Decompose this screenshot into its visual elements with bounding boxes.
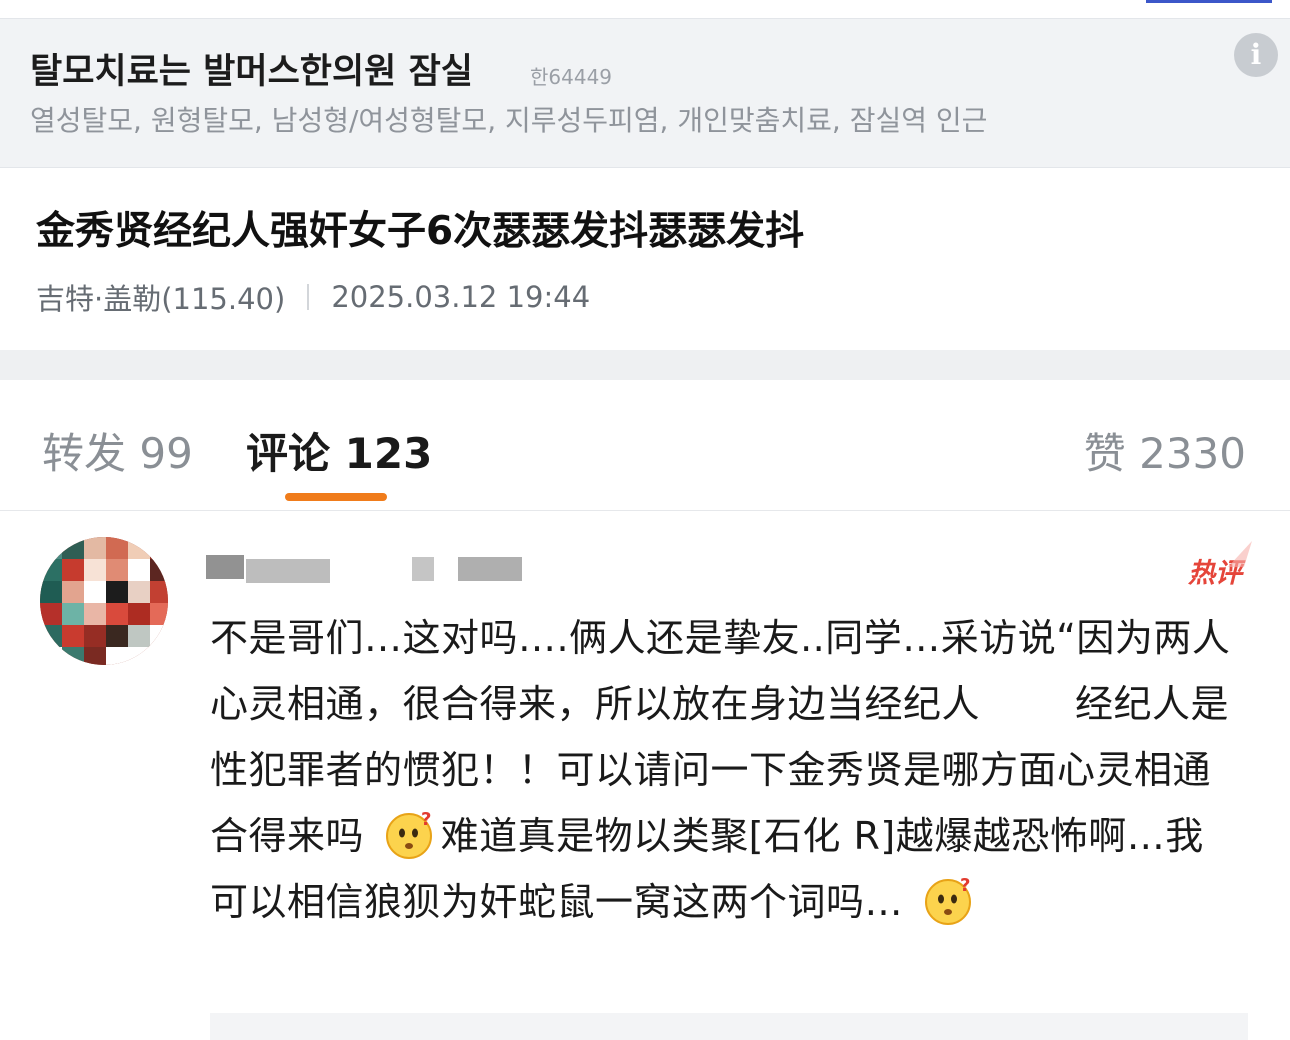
post-meta: 吉特·盖勒(115.40) 2025.03.12 19:44 [36, 276, 590, 318]
interaction-tabs: 转发 99 评论 123 赞 2330 [0, 380, 1290, 511]
tab-comment[interactable]: 评论 123 [246, 420, 432, 481]
comment-text: 不是哥们…这对吗….俩人还是挚友..同学…采访说“因为两人心灵相通，很合得来，所… [210, 605, 1240, 935]
tab-like[interactable]: 赞 2330 [1084, 420, 1246, 481]
svg-text:?: ? [960, 875, 971, 896]
post-author[interactable]: 吉特·盖勒(115.40) [36, 276, 285, 318]
ad-tags: 열성탈모, 원형탈모, 남성형/여성형탈모, 지루성두피염, 개인맞춤치료, 잠… [30, 104, 988, 137]
post-card[interactable]: 金秀贤经纪人强奸女子6次瑟瑟发抖瑟瑟发抖 吉特·盖勒(115.40) 2025.… [0, 168, 1290, 350]
active-tab-indicator [285, 493, 387, 501]
comment-item: 热评 不是哥们…这对吗….俩人还是挚友..同学…采访说“因为两人心灵相通，很合得… [0, 511, 1290, 1040]
ad-title[interactable]: 탈모치료는 발머스한의원 잠실 [30, 43, 473, 94]
svg-text:?: ? [421, 809, 432, 830]
flame-icon [1228, 541, 1252, 567]
thinking-face-icon: ? [385, 809, 432, 859]
ad-code: 한64449 [530, 65, 613, 89]
top-strip [0, 0, 1290, 18]
top-scroll-indicator [1146, 0, 1272, 3]
meta-divider [307, 284, 310, 310]
username-redacted[interactable] [206, 551, 536, 583]
post-title[interactable]: 金秀贤经纪人强奸女子6次瑟瑟发抖瑟瑟发抖 [36, 200, 804, 256]
section-divider [0, 350, 1290, 380]
tab-repost[interactable]: 转发 99 [42, 420, 193, 481]
avatar[interactable] [40, 537, 168, 665]
ad-card[interactable]: 탈모치료는 발머스한의원 잠실 한64449 열성탈모, 원형탈모, 남성형/여… [0, 18, 1290, 168]
post-timestamp: 2025.03.12 19:44 [331, 280, 591, 314]
hot-comment-badge: 热评 [1188, 541, 1252, 590]
info-icon[interactable]: i [1234, 33, 1278, 77]
reply-preview-box[interactable] [210, 1013, 1248, 1040]
thinking-face-icon: ? [924, 875, 971, 925]
